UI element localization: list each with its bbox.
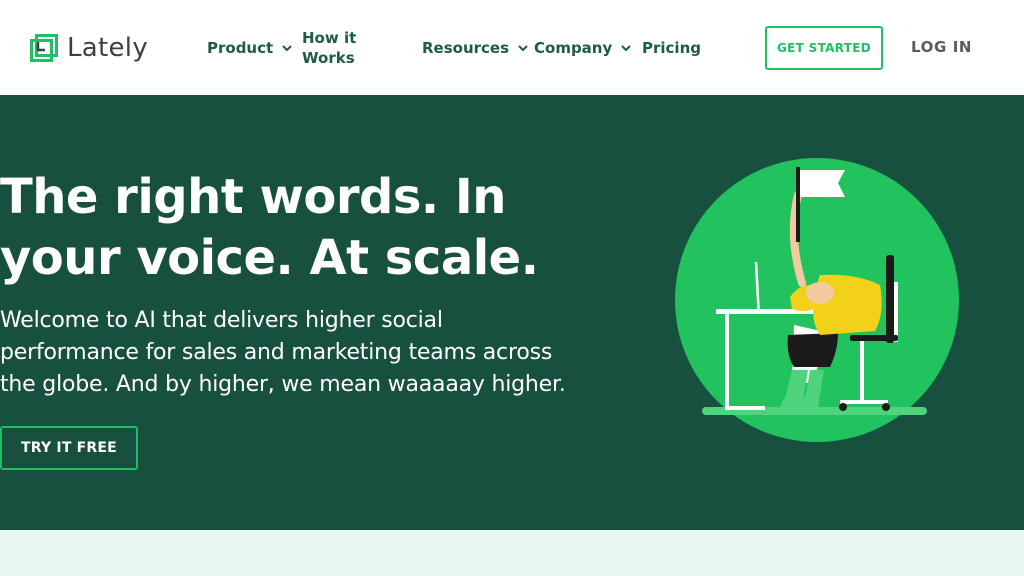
try-it-free-button[interactable]: TRY IT FREE <box>0 426 138 470</box>
nav-pricing[interactable]: Pricing <box>642 28 701 68</box>
nav-resources-label: Resources <box>422 39 510 57</box>
chevron-down-icon <box>621 45 631 52</box>
next-section-band <box>0 530 1024 576</box>
get-started-button[interactable]: GET STARTED <box>765 26 883 70</box>
nav-company[interactable]: Company <box>534 28 632 68</box>
chevron-down-icon <box>518 45 528 52</box>
hero-section: The right words. In your voice. At scale… <box>0 95 1024 530</box>
nav-how-it-works-line2: Works <box>302 49 355 67</box>
lately-logo[interactable]: Lately <box>30 30 148 66</box>
hero-sub-line3: the globe. And by higher, we mean waaaaa… <box>0 372 566 397</box>
nav-resources[interactable]: Resources <box>422 28 529 68</box>
logo-wordmark: Lately <box>67 33 149 63</box>
nav-product[interactable]: Product <box>207 28 293 68</box>
hero-subtitle: Welcome to AI that delivers higher socia… <box>0 305 600 401</box>
site-header: Lately Product How it Works Resources Co… <box>0 0 1024 95</box>
nav-product-label: Product <box>207 39 274 57</box>
logo-mark-icon <box>30 34 58 62</box>
nav-company-label: Company <box>534 39 613 57</box>
hero-sub-line2: performance for sales and marketing team… <box>0 340 553 365</box>
log-in-link[interactable]: LOG IN <box>911 38 972 56</box>
hero-title-line1: The right words. In <box>0 169 506 225</box>
nav-pricing-label: Pricing <box>642 39 701 57</box>
hero-title-line2: your voice. At scale. <box>0 230 539 286</box>
nav-how-it-works-line1: How it <box>302 29 357 47</box>
hero-title: The right words. In your voice. At scale… <box>0 167 620 289</box>
hero-illustration <box>675 158 959 442</box>
chevron-down-icon <box>282 45 292 52</box>
hero-sub-line1: Welcome to AI that delivers higher socia… <box>0 308 443 333</box>
nav-how-it-works[interactable]: How it Works <box>302 28 372 68</box>
